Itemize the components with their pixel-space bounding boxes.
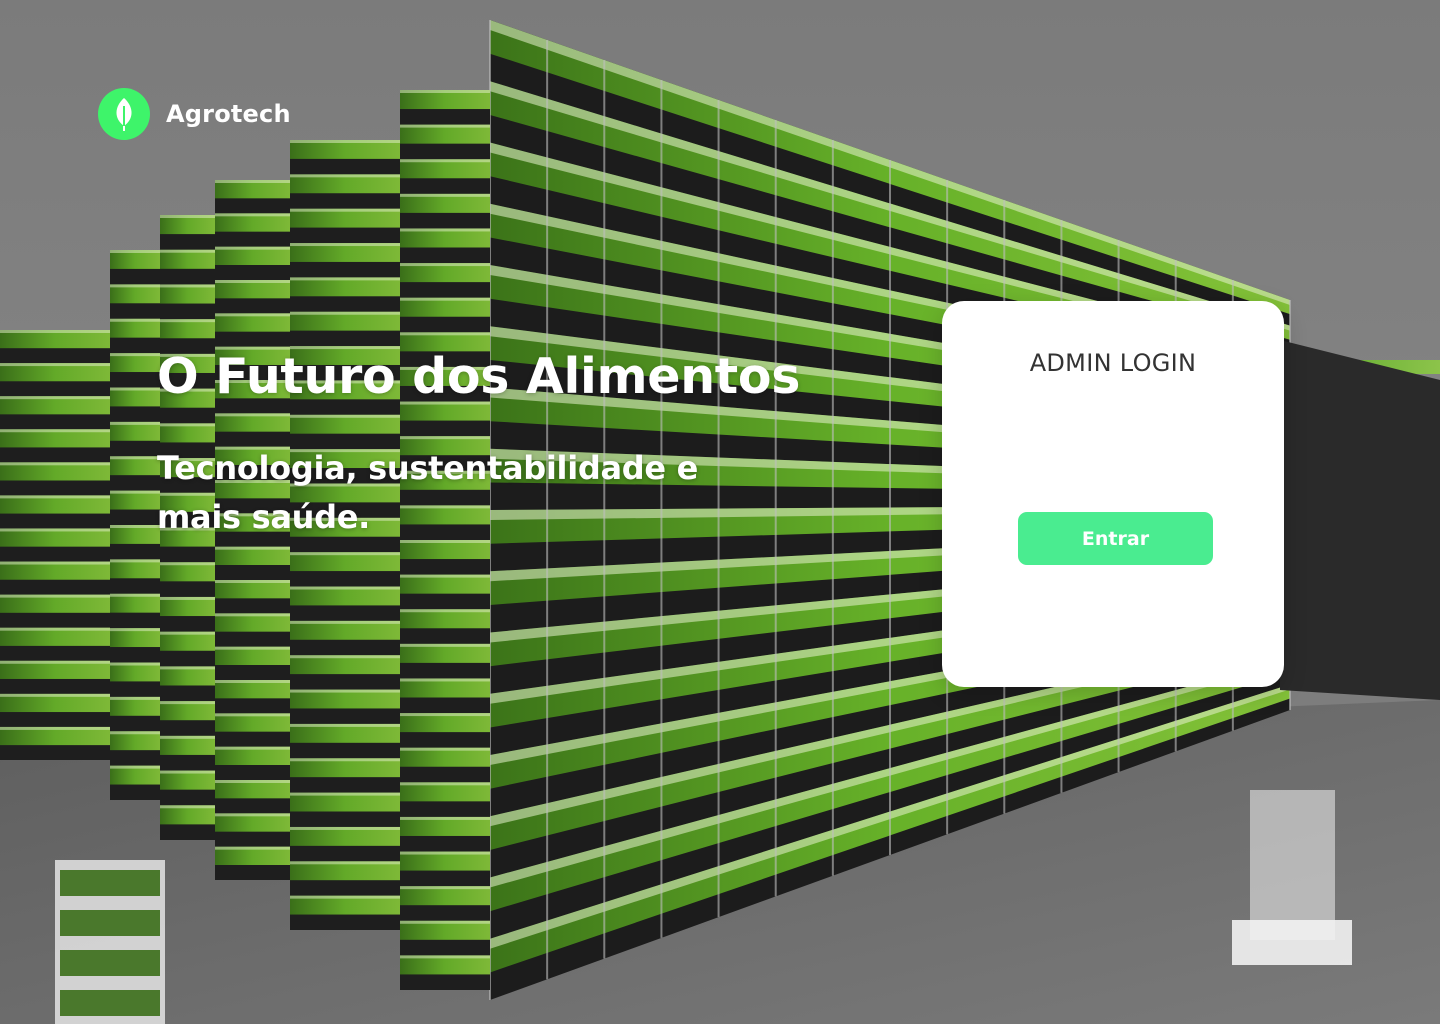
login-card: ADMIN LOGIN Entrar xyxy=(942,301,1284,687)
hero-subtitle: Tecnologia, sustentabilidade e mais saúd… xyxy=(157,449,699,536)
brand[interactable]: Agrotech xyxy=(98,88,291,140)
brand-logo xyxy=(98,88,150,140)
login-submit-button[interactable]: Entrar xyxy=(1018,512,1213,565)
brand-name: Agrotech xyxy=(166,100,291,128)
leaf-icon xyxy=(116,98,132,131)
hero-title: O Futuro dos Alimentos xyxy=(157,348,801,405)
login-title: ADMIN LOGIN xyxy=(1029,349,1197,377)
